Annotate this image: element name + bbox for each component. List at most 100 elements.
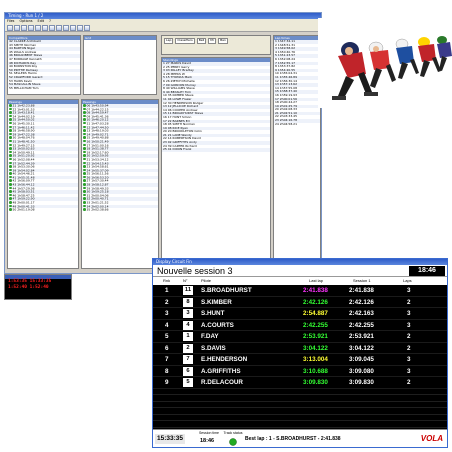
result-rank: 9 xyxy=(165,379,169,386)
toolbar-new-icon[interactable] xyxy=(7,25,13,31)
start-grid-panel: Grid xyxy=(83,35,157,95)
menu-files[interactable]: Files xyxy=(7,19,14,24)
passing-row-text: 50 2h01:19.08 xyxy=(12,207,35,212)
passings-panel-b: Passings 06 1h43:50.94 07 1h44:22.15 08 1h… xyxy=(81,99,159,269)
result-rank: 5 xyxy=(165,333,169,340)
timing-app-window: Timing - Run 1 / 2 Files Options Edit ? … xyxy=(4,12,322,274)
result-laps: 3 xyxy=(407,310,411,317)
toolbar-clock-icon[interactable] xyxy=(56,25,62,31)
result-driver-name: S.DAVIS xyxy=(201,344,226,352)
status-dot-icon xyxy=(83,193,86,197)
result-laps: 3 xyxy=(407,356,411,363)
result-number: 8 xyxy=(183,297,193,307)
toolbar-chart-icon[interactable] xyxy=(63,25,69,31)
result-number: 7 xyxy=(183,355,193,365)
status-dot-icon xyxy=(9,147,12,150)
display-footer: 15:33:35 Session time 18:46 Track status… xyxy=(153,429,447,447)
status-dot-icon xyxy=(83,125,86,129)
status-dot-icon xyxy=(9,114,12,118)
toolbar-print-icon[interactable] xyxy=(28,25,34,31)
status-dot-icon xyxy=(9,143,12,147)
toolbar-start-icon[interactable] xyxy=(35,25,41,31)
toolbar-flag-icon[interactable] xyxy=(49,25,55,31)
passing-row[interactable]: 50 2h01:19.08 xyxy=(8,208,78,212)
tab-classifiers[interactable]: Classifiers xyxy=(175,38,195,44)
result-driver-name: S.KIMBER xyxy=(201,298,232,306)
status-dot-icon xyxy=(9,118,12,121)
result-laps: 3 xyxy=(407,321,411,329)
session-clock: 18:46 xyxy=(409,266,445,276)
status-dot-icon xyxy=(9,190,12,193)
result-row: 9 5 R.DELACOUR 3:09.830 3:09.830 2 xyxy=(153,377,447,389)
toolbar-save-icon[interactable] xyxy=(21,25,27,31)
competitor-row[interactable]: 55 MELLICHAM Tom xyxy=(8,86,80,91)
result-session-time: 3:09.045 xyxy=(349,356,374,363)
col-laps: Laps xyxy=(403,278,412,283)
status-dot-icon xyxy=(9,165,12,168)
status-dot-icon xyxy=(83,161,86,164)
footer-time: 15:33:35 xyxy=(155,434,186,444)
standing-row[interactable]: 25 41 DIXON Frank xyxy=(162,147,270,152)
passing-row[interactable]: 35 2h02:38.66 xyxy=(82,208,158,212)
status-dot-icon xyxy=(83,168,86,172)
app-toolbar xyxy=(5,24,321,32)
tab-mr[interactable]: Mr xyxy=(208,38,217,44)
result-last-lap: 3:04.122 xyxy=(303,344,328,352)
competitor-list-panel: Competitors 42 CLARKE Archibald 43 SMITH … xyxy=(7,35,81,95)
status-dot-icon xyxy=(9,104,12,107)
result-last-lap: 3:13.004 xyxy=(303,356,328,363)
tab-bell[interactable]: Bell xyxy=(196,38,207,44)
standing-row-text: 25 41 DIXON Frank xyxy=(163,147,192,152)
status-dot-icon xyxy=(9,161,12,164)
result-session-time: 3:09.830 xyxy=(349,379,374,386)
status-dot-icon xyxy=(83,201,86,204)
result-last-lap: 3:09.830 xyxy=(303,379,328,386)
status-dot-icon xyxy=(83,114,86,118)
menu-help[interactable]: ? xyxy=(49,19,51,24)
result-rank: 2 xyxy=(165,298,169,306)
result-number: 5 xyxy=(183,378,193,388)
menu-edit[interactable]: Edit xyxy=(38,19,45,24)
result-row: 1 11 S.BROADHURST 2:41.838 2:41.838 3 xyxy=(153,285,447,297)
status-dot-icon xyxy=(83,197,86,200)
passing-row-text: 35 2h02:38.66 xyxy=(86,207,109,212)
toolbar-stop-icon[interactable] xyxy=(42,25,48,31)
status-dot-icon xyxy=(9,125,12,129)
toolbar-open-icon[interactable] xyxy=(14,25,20,31)
toolbar-settings-icon[interactable] xyxy=(70,25,76,31)
result-number: 1 xyxy=(183,332,193,342)
result-driver-name: R.DELACOUR xyxy=(201,379,243,386)
status-dot-icon xyxy=(83,104,86,107)
result-driver-name: A.GRIFFITHS xyxy=(201,367,241,375)
status-dot-icon xyxy=(9,121,12,125)
result-laps: 3 xyxy=(407,367,411,375)
tab-ban[interactable]: Ban xyxy=(218,38,228,44)
result-row: 7 7 E.HENDERSON 3:13.004 3:09.045 3 xyxy=(153,354,447,366)
result-number: 3 xyxy=(183,309,193,319)
result-rank: 7 xyxy=(165,356,169,363)
result-driver-name: E.HENDERSON xyxy=(201,356,248,363)
display-header: Nouvelle session 3 18:46 xyxy=(153,265,447,277)
status-dot-icon xyxy=(83,165,86,168)
result-number: 2 xyxy=(183,343,193,353)
status-dot-icon xyxy=(9,197,12,200)
status-dot-icon xyxy=(9,179,12,182)
tab-lap[interactable]: Lap xyxy=(164,38,174,44)
toolbar-display-icon[interactable] xyxy=(77,25,83,31)
result-session-time: 3:09.080 xyxy=(349,367,374,375)
lap-time-row[interactable]: 24 2h04:58.21 xyxy=(274,122,320,127)
menu-options[interactable]: Options xyxy=(19,19,32,24)
status-dot-icon xyxy=(9,150,12,154)
status-dot-icon xyxy=(83,147,86,150)
col-rank: Rnk xyxy=(163,278,171,283)
result-session-time: 2:42.163 xyxy=(349,310,374,317)
vola-logo: VOLA xyxy=(420,434,443,443)
col-last-lap: Last lap xyxy=(309,278,324,283)
result-driver-name: A.COURTS xyxy=(201,321,234,329)
status-dot-icon xyxy=(83,150,86,154)
toolbar-help-icon[interactable] xyxy=(84,25,90,31)
result-last-lap: 2:53.921 xyxy=(303,333,328,340)
status-dot-icon xyxy=(83,204,86,208)
status-dot-icon xyxy=(9,111,12,114)
status-dot-icon xyxy=(83,107,86,111)
